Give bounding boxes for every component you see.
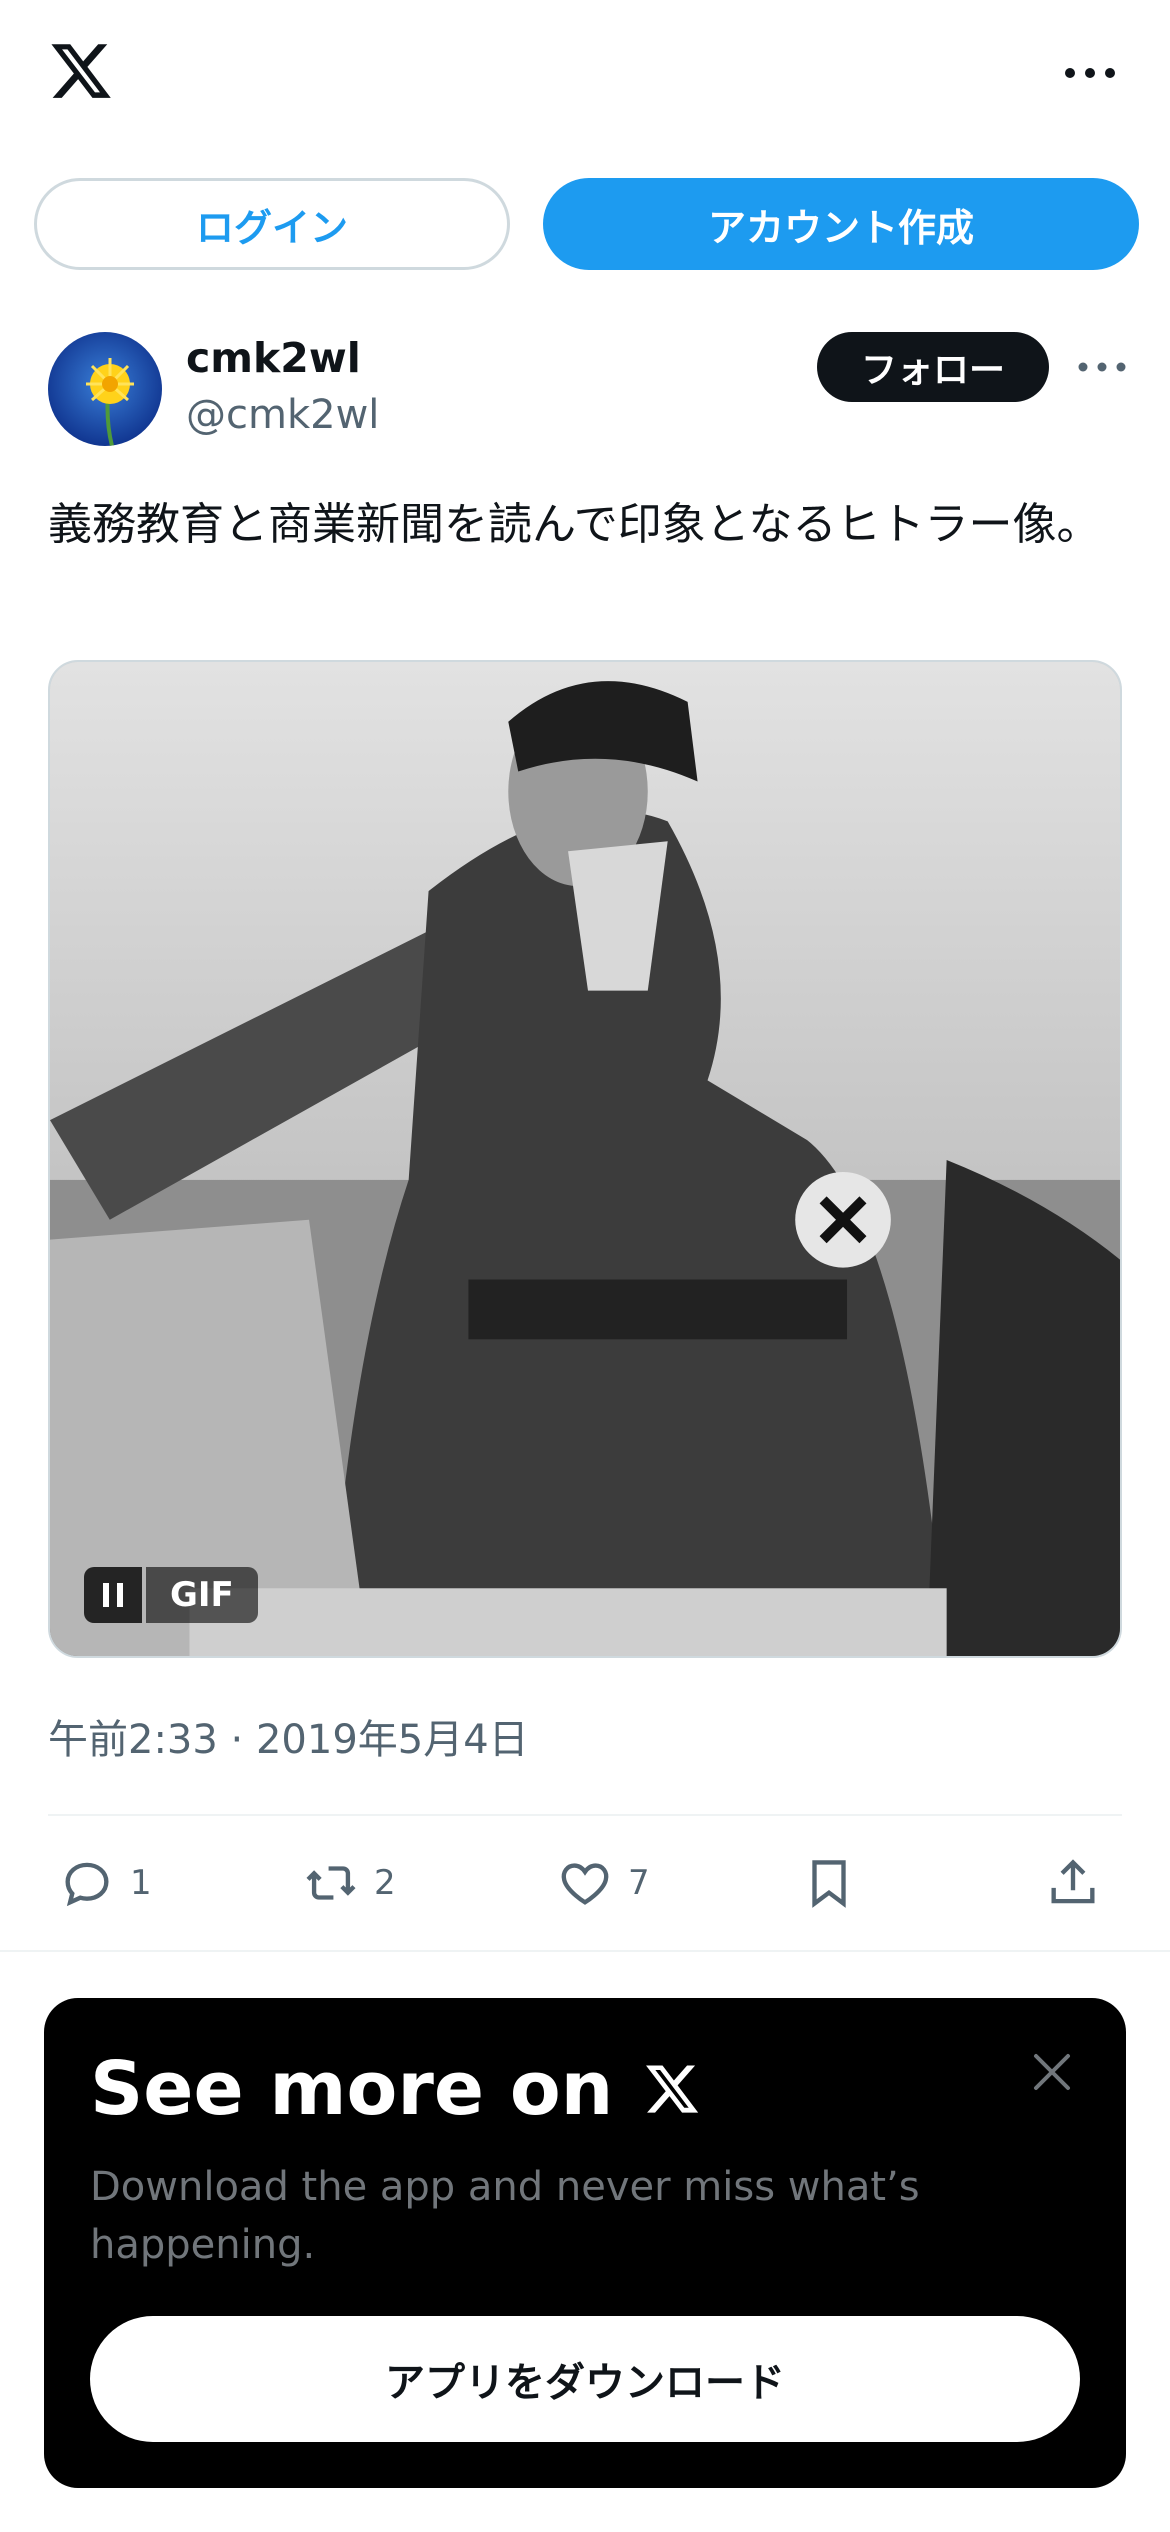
like-button[interactable]: 7 [556,1848,650,1918]
reply-icon [65,1862,109,1907]
promo-title-text: See more on [90,2046,614,2132]
more-horizontal-icon[interactable] [1074,352,1130,382]
reply-count: 1 [130,1863,152,1903]
more-horizontal-icon[interactable] [1060,58,1120,88]
like-count: 7 [628,1863,650,1903]
author-handle[interactable]: @cmk2wl [186,392,379,438]
login-button[interactable]: ログイン [34,178,510,270]
share-button[interactable] [1044,1848,1102,1918]
promo-title: See more on [90,2046,703,2132]
signup-button[interactable]: アカウント作成 [543,178,1139,270]
repost-count: 2 [374,1863,396,1903]
divider [0,1950,1170,1952]
app-promo-card: See more on Download the app and never m… [44,1998,1126,2488]
gif-badge: GIF [146,1567,258,1623]
follow-button[interactable]: フォロー [817,332,1049,402]
share-icon [1051,1859,1095,1904]
pause-button[interactable] [84,1567,142,1623]
gif-controls: GIF [84,1567,258,1623]
top-bar [0,0,1170,160]
gif-image [50,662,1120,1656]
auth-buttons: ログイン アカウント作成 [0,178,1170,270]
post-actions: 1 2 7 [48,1848,1122,1918]
repost-icon [306,1866,356,1900]
post-timestamp[interactable]: 午前2:33 · 2019年5月4日 [48,1707,529,1765]
author-display-name[interactable]: cmk2wl [186,334,361,382]
reply-button[interactable]: 1 [58,1848,152,1918]
divider [48,1814,1122,1816]
close-icon[interactable] [1030,2050,1074,2094]
bookmark-button[interactable] [800,1848,858,1918]
repost-button[interactable]: 2 [302,1848,396,1918]
download-app-button[interactable]: アプリをダウンロード [90,2316,1080,2442]
heart-icon [561,1863,609,1905]
x-logo-icon [646,2065,699,2113]
x-logo-icon[interactable] [46,38,116,104]
post-author: cmk2wl @cmk2wl フォロー [0,320,1170,460]
post-text: 義務教育と商業新聞を読んで印象となるヒトラー像。 [48,499,1101,550]
post-media[interactable]: GIF [48,660,1122,1658]
bookmark-icon [812,1860,846,1908]
dandelion-avatar [48,332,162,446]
pause-icon [103,1583,123,1607]
avatar[interactable] [48,332,162,446]
promo-subtitle: Download the app and never miss what’s h… [90,2164,920,2268]
